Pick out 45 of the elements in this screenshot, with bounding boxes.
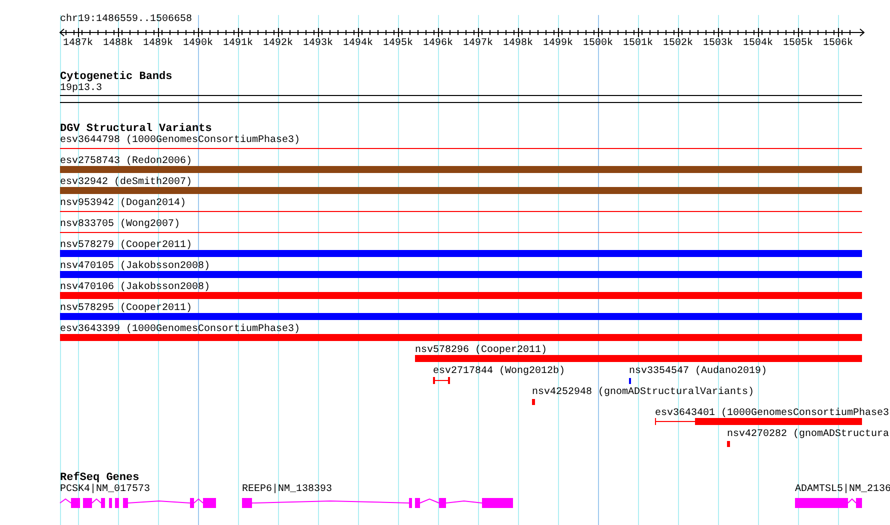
tick-label: 1493k <box>303 38 333 50</box>
variant-label: nsv578296 (Cooper2011) <box>415 345 548 357</box>
tick-label: 1489k <box>143 38 173 50</box>
variant-label: nsv4270282 (gnomADStructura <box>727 429 890 441</box>
variant-label: esv2717844 (Wong2012b) <box>433 366 566 378</box>
tick-label: 1495k <box>383 38 413 50</box>
gene-label: ADAMTSL5|NM_2136 <box>795 484 890 496</box>
gene-label: PCSK4|NM_017573 <box>60 484 150 496</box>
variant-label: nsv578295 (Cooper2011) <box>60 303 192 315</box>
tick-label: 1502k <box>663 38 693 50</box>
tick-label: 1505k <box>783 38 813 50</box>
tick-label: 1500k <box>583 38 613 50</box>
tick-label: 1492k <box>263 38 293 50</box>
tick-label: 1501k <box>623 38 653 50</box>
variant-label: esv3643401 (1000GenomesConsortiumPhase3 <box>655 408 890 420</box>
tick-label: 1503k <box>703 38 733 50</box>
track-title: Cytogenetic Bands <box>60 71 172 83</box>
variant-label: esv3644798 (1000GenomesConsortiumPhase3) <box>60 135 300 147</box>
tick-label: 1490k <box>183 38 213 50</box>
tick-label: 1506k <box>823 38 853 50</box>
variant-label: nsv953942 (Dogan2014) <box>60 198 186 210</box>
variant-label: esv32942 (deSmith2007) <box>60 177 192 189</box>
region-label: chr19:1486559..1506658 <box>60 14 192 26</box>
track-title: DGV Structural Variants <box>60 123 212 135</box>
tick-label: 1499k <box>543 38 573 50</box>
tick-label: 1488k <box>103 38 133 50</box>
gene-label: REEP6|NM_138393 <box>242 484 332 496</box>
variant-label: esv3643399 (1000GenomesConsortiumPhase3) <box>60 324 300 336</box>
tick-label: 1497k <box>463 38 493 50</box>
tick-label: 1491k <box>223 38 253 50</box>
tick-label: 1504k <box>743 38 773 50</box>
tick-label: 1496k <box>423 38 453 50</box>
variant-label: nsv470105 (Jakobsson2008) <box>60 261 210 273</box>
tick-label: 1498k <box>503 38 533 50</box>
gene-model-drawing <box>795 498 862 508</box>
track-title: RefSeq Genes <box>60 472 140 484</box>
band-label: 19p13.3 <box>60 83 102 95</box>
variant-label: nsv833705 (Wong2007) <box>60 219 180 231</box>
variant-label: nsv470106 (Jakobsson2008) <box>60 282 210 294</box>
tick-label: 1494k <box>343 38 373 50</box>
variant-label: nsv4252948 (gnomADStructuralVariants) <box>532 387 754 399</box>
variant-label: nsv578279 (Cooper2011) <box>60 240 192 252</box>
variant-label: nsv3354547 (Audano2019) <box>629 366 768 378</box>
tick-label: 1487k <box>63 38 93 50</box>
variant-label: esv2758743 (Redon2006) <box>60 156 192 168</box>
